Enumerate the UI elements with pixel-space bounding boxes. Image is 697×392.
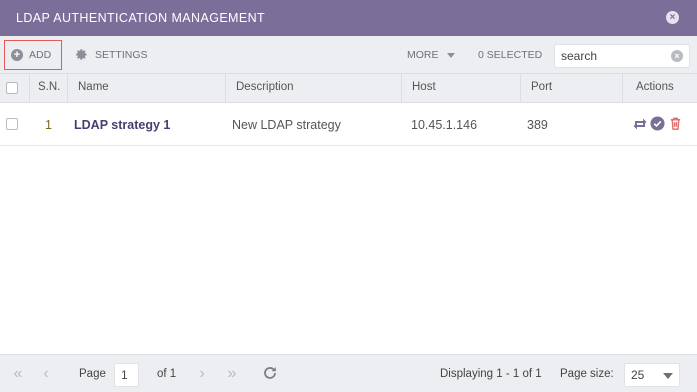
toolbar: + ADD SETTINGS MORE 0 SELECTED × <box>0 36 697 74</box>
close-icon[interactable]: × <box>666 11 679 24</box>
column-header-host[interactable]: Host <box>402 74 521 103</box>
table-row[interactable]: 1 LDAP strategy 1 New LDAP strategy 10.4… <box>0 103 697 146</box>
page-size-value: 25 <box>631 368 645 382</box>
next-page-icon[interactable]: › <box>194 366 210 382</box>
caret-down-icon <box>446 52 455 58</box>
check-icon[interactable] <box>650 116 665 131</box>
title-bar: LDAP AUTHENTICATION MANAGEMENT × <box>0 0 697 36</box>
search-box: × <box>554 44 690 68</box>
refresh-icon[interactable] <box>262 365 278 381</box>
column-header-port[interactable]: Port <box>521 74 623 103</box>
table-header: S.N. Name Description Host Port Actions <box>0 74 697 103</box>
select-all-cell <box>0 74 30 103</box>
selected-count: 0 SELECTED <box>478 49 543 61</box>
gear-icon <box>76 49 87 60</box>
settings-button[interactable]: SETTINGS <box>75 48 148 61</box>
column-header-actions: Actions <box>636 81 674 93</box>
row-name-link[interactable]: LDAP strategy 1 <box>74 118 170 132</box>
caret-down-icon <box>663 373 673 379</box>
page-label: Page <box>79 368 106 380</box>
add-label: ADD <box>29 49 52 61</box>
trash-icon[interactable] <box>668 116 683 131</box>
more-label: MORE <box>407 49 439 61</box>
row-sn: 1 <box>45 118 52 132</box>
row-host: 10.45.1.146 <box>411 118 478 132</box>
search-input[interactable] <box>555 45 665 67</box>
previous-page-icon[interactable]: ‹ <box>38 366 54 382</box>
page-input[interactable]: 1 <box>114 363 139 387</box>
pagination-bar: « ‹ Page 1 of 1 › » Displaying 1 - 1 of … <box>0 354 697 392</box>
row-actions <box>632 116 683 131</box>
page-count: of 1 <box>157 368 177 380</box>
plus-icon: + <box>11 49 23 61</box>
clear-search-icon[interactable]: × <box>671 50 683 62</box>
add-button[interactable]: + ADD <box>4 40 62 70</box>
page-size-label: Page size: <box>560 368 614 380</box>
sync-icon[interactable] <box>632 116 647 131</box>
window-title: LDAP AUTHENTICATION MANAGEMENT <box>16 11 266 25</box>
row-checkbox[interactable] <box>6 118 18 130</box>
row-description: New LDAP strategy <box>232 118 341 132</box>
row-port: 389 <box>527 118 548 132</box>
displaying-info: Displaying 1 - 1 of 1 <box>440 368 542 380</box>
column-header-sn[interactable]: S.N. <box>30 74 68 103</box>
column-header-description[interactable]: Description <box>226 74 402 103</box>
page-size-select[interactable]: 25 <box>624 363 680 387</box>
last-page-icon[interactable]: » <box>224 366 240 382</box>
settings-label: SETTINGS <box>95 48 148 61</box>
select-all-checkbox[interactable] <box>6 82 18 94</box>
column-header-name[interactable]: Name <box>68 74 226 103</box>
more-dropdown[interactable]: MORE <box>407 49 455 61</box>
first-page-icon[interactable]: « <box>10 366 26 382</box>
